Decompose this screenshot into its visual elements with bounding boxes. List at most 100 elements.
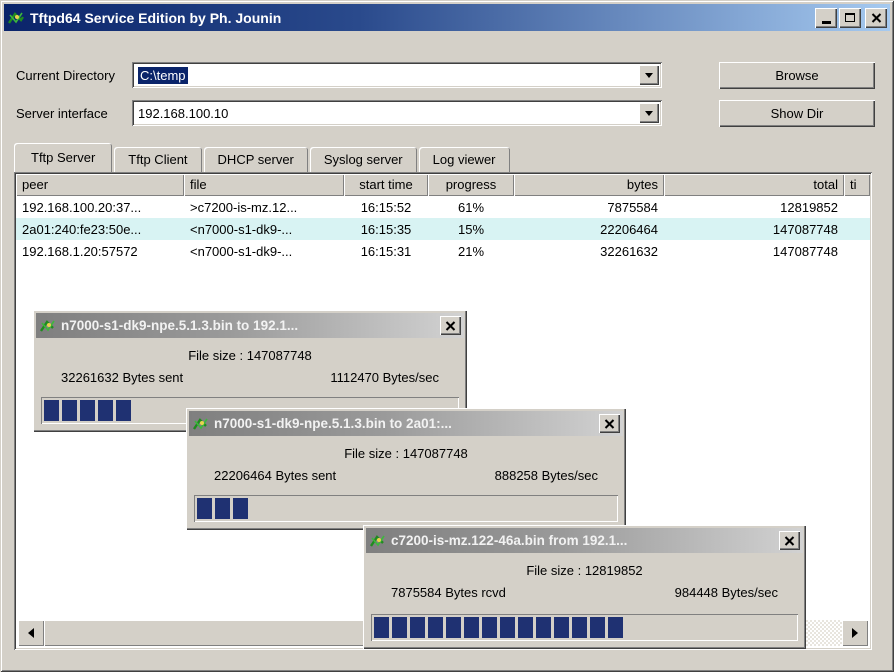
table-cell-progress: 61% (428, 200, 514, 215)
file-size-text: File size : 12819852 (363, 563, 806, 578)
popup-title: n7000-s1-dk9-npe.5.1.3.bin to 2a01:... (214, 416, 599, 431)
table-cell-progress: 15% (428, 222, 514, 237)
column-header-bytes[interactable]: bytes (514, 174, 664, 196)
column-header-ti[interactable]: ti (844, 174, 870, 196)
title-bar[interactable]: Tftpd64 Service Edition by Ph. Jounin (4, 4, 890, 31)
progress-block (197, 498, 212, 519)
popup-title: c7200-is-mz.122-46a.bin from 192.1... (391, 533, 779, 548)
table-cell-total: 147087748 (664, 244, 844, 259)
close-icon (784, 536, 795, 546)
server-interface-dropdown-button[interactable] (639, 103, 659, 123)
table-cell-bytes: 32261632 (514, 244, 664, 259)
browse-button[interactable]: Browse (719, 62, 875, 89)
tab-dhcp-server[interactable]: DHCP server (204, 147, 308, 172)
table-cell-file: <n7000-s1-dk9-... (184, 222, 344, 237)
progress-block (215, 498, 230, 519)
table-cell-start-time: 16:15:52 (344, 200, 428, 215)
current-directory-combobox[interactable]: C:\temp (132, 62, 662, 88)
server-interface-value[interactable]: 192.168.100.10 (135, 103, 639, 123)
show-dir-button[interactable]: Show Dir (719, 100, 875, 127)
popup-title-bar[interactable]: n7000-s1-dk9-npe.5.1.3.bin to 2a01:... (189, 411, 623, 436)
table-cell-file: >c7200-is-mz.12... (184, 200, 344, 215)
tab-tftp-server[interactable]: Tftp Server (14, 143, 112, 172)
close-button[interactable] (865, 8, 887, 28)
table-cell-start-time: 16:15:31 (344, 244, 428, 259)
progress-block (374, 617, 389, 638)
progress-block (116, 400, 131, 421)
close-button[interactable] (599, 414, 620, 433)
transfer-rate-text: 984448 Bytes/sec (675, 585, 778, 600)
progress-block (500, 617, 515, 638)
close-icon (871, 13, 882, 23)
tab-log-viewer[interactable]: Log viewer (419, 147, 510, 172)
progress-block (428, 617, 443, 638)
server-interface-combobox[interactable]: 192.168.100.10 (132, 100, 662, 126)
column-header-progress[interactable]: progress (428, 174, 514, 196)
column-header-total[interactable]: total (664, 174, 844, 196)
progress-block (464, 617, 479, 638)
transfer-progress (371, 614, 798, 641)
table-cell-peer: 192.168.100.20:37... (16, 200, 184, 215)
table-cell-bytes: 22206464 (514, 222, 664, 237)
progress-block (590, 617, 605, 638)
progress-block (572, 617, 587, 638)
bytes-sent-text: 7875584 Bytes rcvd (391, 585, 506, 600)
table-row[interactable]: 2a01:240:fe23:50e...<n7000-s1-dk9-...16:… (16, 218, 870, 240)
table-row[interactable]: 192.168.100.20:37...>c7200-is-mz.12...16… (16, 196, 870, 218)
transfer-rate-text: 1112470 Bytes/sec (330, 370, 439, 385)
tab-bar: Tftp Server Tftp Client DHCP server Sysl… (14, 143, 512, 172)
progress-block (410, 617, 425, 638)
transfer-progress (194, 495, 618, 522)
app-icon (192, 415, 210, 433)
close-button[interactable] (440, 316, 461, 335)
progress-block (233, 498, 248, 519)
bytes-sent-text: 32261632 Bytes sent (61, 370, 183, 385)
table-cell-total: 12819852 (664, 200, 844, 215)
table-cell-peer: 2a01:240:fe23:50e... (16, 222, 184, 237)
app-icon (369, 532, 387, 550)
current-directory-dropdown-button[interactable] (639, 65, 659, 85)
transfer-popup: n7000-s1-dk9-npe.5.1.3.bin to 2a01:... F… (186, 408, 626, 530)
bytes-sent-text: 22206464 Bytes sent (214, 468, 336, 483)
progress-block (98, 400, 113, 421)
column-header-start-time[interactable]: start time (344, 174, 428, 196)
arrow-left-icon (28, 628, 34, 638)
table-cell-bytes: 7875584 (514, 200, 664, 215)
table-cell-file: <n7000-s1-dk9-... (184, 244, 344, 259)
table-cell-total: 147087748 (664, 222, 844, 237)
progress-block (446, 617, 461, 638)
window-title: Tftpd64 Service Edition by Ph. Jounin (30, 10, 813, 26)
table-cell-progress: 21% (428, 244, 514, 259)
tab-tftp-client[interactable]: Tftp Client (114, 147, 201, 172)
app-icon (7, 9, 25, 27)
close-button[interactable] (779, 531, 800, 550)
column-header-file[interactable]: file (184, 174, 344, 196)
progress-block (482, 617, 497, 638)
close-icon (445, 321, 456, 331)
table-header-row: peerfilestart timeprogressbytestotalti (16, 174, 870, 196)
maximize-button[interactable] (839, 8, 861, 28)
server-interface-label: Server interface (16, 106, 108, 121)
progress-block (392, 617, 407, 638)
popup-title-bar[interactable]: n7000-s1-dk9-npe.5.1.3.bin to 192.1... (36, 313, 464, 338)
minimize-button[interactable] (815, 8, 837, 28)
progress-block (518, 617, 533, 638)
minimize-icon (822, 21, 831, 24)
popup-title-bar[interactable]: c7200-is-mz.122-46a.bin from 192.1... (366, 528, 803, 553)
progress-block (62, 400, 77, 421)
table-cell-start-time: 16:15:35 (344, 222, 428, 237)
maximize-icon (845, 13, 855, 22)
chevron-down-icon (645, 111, 653, 116)
progress-block (44, 400, 59, 421)
current-directory-value[interactable]: C:\temp (135, 65, 639, 85)
scroll-left-button[interactable] (18, 620, 44, 646)
file-size-text: File size : 147087748 (33, 348, 467, 363)
transfer-rate-text: 888258 Bytes/sec (495, 468, 598, 483)
file-size-text: File size : 147087748 (186, 446, 626, 461)
column-header-peer[interactable]: peer (16, 174, 184, 196)
tab-syslog-server[interactable]: Syslog server (310, 147, 417, 172)
scroll-right-button[interactable] (842, 620, 868, 646)
table-cell-peer: 192.168.1.20:57572 (16, 244, 184, 259)
close-icon (604, 419, 615, 429)
table-row[interactable]: 192.168.1.20:57572<n7000-s1-dk9-...16:15… (16, 240, 870, 262)
